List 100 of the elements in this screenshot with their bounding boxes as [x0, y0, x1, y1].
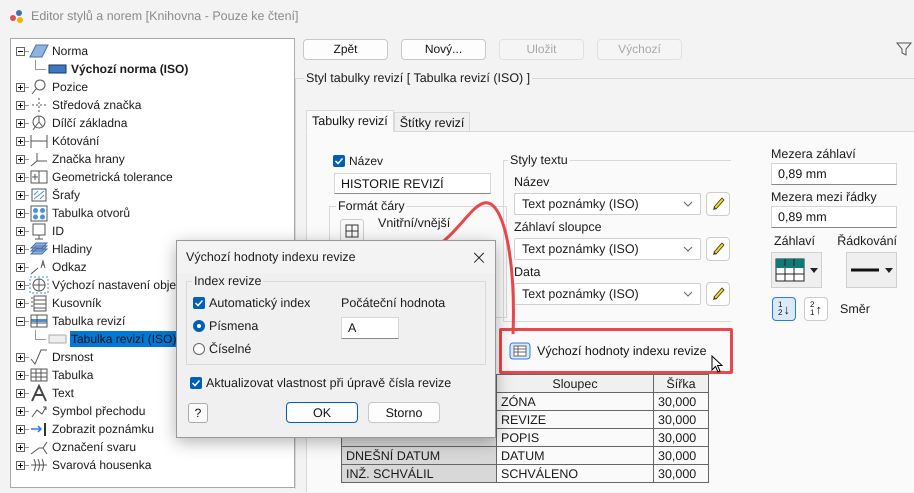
- tree-item[interactable]: Kótování: [51, 133, 100, 149]
- table-header-icon: [775, 258, 805, 282]
- tree-item[interactable]: Tabulka otvorů: [51, 205, 132, 221]
- expand-toggle[interactable]: [16, 136, 25, 146]
- chevron-down-icon: [683, 201, 693, 207]
- toolbar-button[interactable]: Zpět: [303, 38, 388, 60]
- expand-toggle[interactable]: [16, 442, 25, 452]
- tree-item[interactable]: Kusovník: [51, 295, 102, 311]
- expand-toggle[interactable]: [16, 388, 25, 398]
- tree-item[interactable]: Odkaz: [51, 259, 88, 275]
- header-style-dropdown[interactable]: [771, 252, 822, 288]
- help-button[interactable]: ?: [188, 402, 208, 422]
- checkbox[interactable]: [190, 377, 202, 389]
- text-style-dropdown[interactable]: Text poznámky (ISO): [514, 283, 701, 305]
- tab[interactable]: Štítky revizí: [394, 112, 470, 132]
- mouse-cursor-icon: [711, 355, 723, 373]
- tree-item[interactable]: Označení svaru: [51, 439, 138, 455]
- tree-item[interactable]: Tabulka: [51, 367, 94, 383]
- tree-item[interactable]: Zobrazit poznámku: [51, 421, 156, 437]
- table-cell: POPIS: [496, 428, 654, 446]
- line-style-dropdown[interactable]: [846, 252, 897, 288]
- expand-toggle[interactable]: [16, 352, 25, 362]
- tree-item[interactable]: Hladiny: [51, 241, 94, 257]
- expand-toggle[interactable]: [16, 460, 25, 470]
- tree-item[interactable]: Tabulka revizí (ISO): [70, 331, 178, 347]
- dimension-icon: [29, 132, 49, 150]
- expand-toggle[interactable]: [16, 226, 25, 236]
- dialog-title: Výchozí hodnoty indexu revize: [186, 250, 356, 264]
- text-style-dropdown[interactable]: Text poznámky (ISO): [514, 238, 701, 260]
- radio-label: Písmena: [209, 319, 258, 333]
- dialog-button[interactable]: Storno: [368, 402, 440, 423]
- tree-item[interactable]: Výchozí nastavení obje: [51, 277, 178, 293]
- thick-line-icon: [850, 267, 880, 273]
- expand-toggle[interactable]: [16, 370, 25, 380]
- table-cell: 30,000: [654, 410, 708, 428]
- expand-toggle[interactable]: [16, 262, 25, 272]
- close-button[interactable]: ×: [463, 242, 495, 272]
- tree-item[interactable]: ID: [51, 223, 65, 239]
- tree-item[interactable]: Pozice: [51, 79, 90, 95]
- filter-icon[interactable]: [896, 41, 912, 57]
- pencil-button[interactable]: [706, 282, 730, 306]
- text-style-dropdown[interactable]: Text poznámky (ISO): [514, 193, 701, 215]
- pencil-button[interactable]: [706, 192, 730, 216]
- table-cell: INŽ. SCHVÁLIL: [342, 464, 496, 482]
- expand-toggle[interactable]: [16, 100, 25, 110]
- tree-item[interactable]: Šrafy: [51, 187, 82, 203]
- tree-item[interactable]: Norma: [51, 43, 90, 59]
- tree-item[interactable]: Drsnost: [51, 349, 94, 365]
- expand-toggle[interactable]: [16, 118, 25, 128]
- tree-item[interactable]: Svarová housenka: [51, 457, 152, 473]
- expand-toggle[interactable]: [16, 316, 25, 326]
- list-icon: [29, 294, 49, 312]
- pencil-button[interactable]: [706, 237, 730, 261]
- expand-toggle[interactable]: [16, 172, 25, 182]
- expand-toggle[interactable]: [16, 280, 25, 290]
- start-value-field[interactable]: A: [341, 317, 399, 339]
- tree-item[interactable]: Výchozí norma (ISO): [70, 61, 190, 77]
- index-defaults-button[interactable]: Výchozí hodnoty indexu revize: [509, 340, 707, 362]
- checkbox-label: Název: [349, 154, 384, 168]
- expand-toggle[interactable]: [16, 154, 25, 164]
- spacing-field[interactable]: 0,89 mm: [771, 163, 897, 185]
- dialog-button[interactable]: OK: [286, 402, 358, 423]
- tree-item[interactable]: Dílčí základna: [51, 115, 128, 131]
- field-label: Data: [514, 264, 540, 281]
- expand-toggle[interactable]: [16, 190, 25, 200]
- field-label: Záhlaví sloupce: [514, 219, 602, 236]
- expand-toggle[interactable]: [16, 298, 25, 308]
- tree-item[interactable]: Středová značka: [51, 97, 142, 113]
- tree-item[interactable]: Tabulka revizí: [51, 313, 126, 329]
- field-label: Počáteční hodnota: [341, 296, 446, 310]
- tree-item[interactable]: Text: [51, 385, 76, 401]
- expand-toggle[interactable]: [16, 244, 25, 254]
- table-cell: 30,000: [654, 428, 708, 446]
- expand-toggle[interactable]: [16, 208, 25, 218]
- checkbox-label: Automatický index: [209, 296, 310, 310]
- hole-grid-icon: [29, 204, 49, 222]
- tab[interactable]: Tabulky revizí: [306, 110, 394, 132]
- expand-toggle[interactable]: [16, 82, 25, 92]
- table-cell: REVIZE: [496, 410, 654, 428]
- spacing-field[interactable]: 0,89 mm: [771, 206, 897, 228]
- tree-item[interactable]: Symbol přechodu: [51, 403, 146, 419]
- table-icon: [29, 312, 49, 330]
- corner-icon: [29, 150, 49, 168]
- tree-item[interactable]: Geometrická tolerance: [51, 169, 174, 185]
- field-label: Název: [514, 174, 550, 191]
- expand-toggle[interactable]: [16, 406, 25, 416]
- checkbox[interactable]: [193, 297, 205, 309]
- line-format-label: Vnitřní/vnější: [378, 216, 450, 230]
- checkbox[interactable]: [333, 155, 345, 167]
- radio-button[interactable]: [193, 320, 205, 332]
- expand-toggle[interactable]: [16, 46, 25, 56]
- tree-item[interactable]: Značka hrany: [51, 151, 126, 167]
- radio-button[interactable]: [193, 343, 205, 355]
- title-field[interactable]: HISTORIE REVIZÍ: [334, 173, 491, 194]
- window-title: Editor stylů a norem [Knihovna - Pouze ke čtení]: [31, 9, 298, 23]
- table-cell: SCHVÁLENO: [496, 464, 654, 482]
- toolbar-button[interactable]: Nový...: [401, 38, 486, 60]
- field-label: Mezera záhlaví: [771, 146, 857, 163]
- arrow-bar-icon: [29, 420, 49, 438]
- expand-toggle[interactable]: [16, 424, 25, 434]
